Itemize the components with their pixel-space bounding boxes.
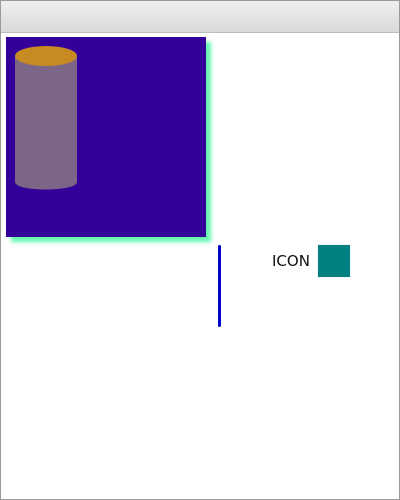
icon-group: ICON [272, 245, 350, 277]
icon-label: ICON [272, 251, 310, 270]
square-icon [317, 245, 350, 277]
window-content: ICON [1, 33, 399, 499]
canvas-panel [6, 37, 206, 237]
window-titlebar[interactable] [1, 1, 399, 33]
cylinder-shape [15, 46, 77, 192]
vertical-divider [218, 245, 221, 327]
app-window: ICON [0, 0, 400, 500]
